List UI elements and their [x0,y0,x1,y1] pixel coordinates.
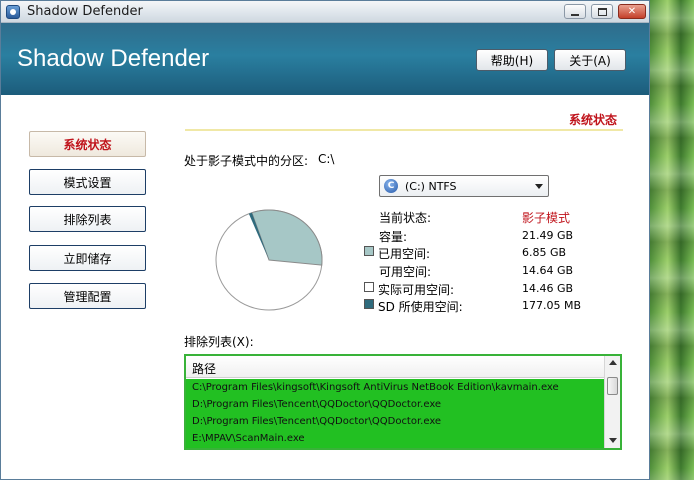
scroll-down-icon[interactable] [609,438,617,443]
used-legend-swatch [364,246,374,256]
about-button[interactable]: 关于(A) [554,49,626,71]
exclusion-list-body[interactable]: C:\Program Files\kingsoft\Kingsoft AntiV… [186,379,604,448]
used-value: 6.85 GB [522,246,567,259]
list-item[interactable]: D:\Program Files\Tencent\QQDoctor\QQDoct… [186,396,604,413]
chevron-down-icon [535,184,543,189]
sd-used-legend-swatch [364,299,374,309]
help-button[interactable]: 帮助(H) [476,49,548,71]
list-column-header[interactable]: 路径 [186,356,604,378]
scroll-thumb[interactable] [607,377,618,395]
list-item[interactable]: C:\Program Files\kingsoft\Kingsoft AntiV… [186,379,604,396]
title-bar[interactable]: Shadow Defender ✕ [1,1,649,23]
status-label: 当前状态: [379,211,432,225]
nav-exclusion-list[interactable]: 排除列表 [29,206,146,232]
app-icon [6,5,20,19]
drive-icon: C [384,179,398,193]
close-button[interactable]: ✕ [618,4,646,19]
free-value: 14.64 GB [522,264,574,277]
free-label: 可用空间: [379,265,432,279]
list-scrollbar[interactable] [604,356,620,448]
actual-free-legend-swatch [364,282,374,292]
sd-used-label: SD 所使用空间: [378,300,463,314]
header-banner: Shadow Defender 帮助(H) 关于(A) [1,23,649,95]
path-column-header: 路径 [192,362,217,376]
nav-system-status[interactable]: 系统状态 [29,131,146,157]
status-value: 影子模式 [522,211,571,225]
list-item[interactable]: E:\MPAV\ScanMain.exe [186,430,604,447]
actual-free-label: 实际可用空间: [378,283,455,297]
desktop-wallpaper [650,0,694,480]
actual-free-value: 14.46 GB [522,282,574,295]
heading-divider [185,129,623,131]
capacity-value: 21.49 GB [522,229,574,242]
banner-title: Shadow Defender [17,45,210,72]
exclusion-list[interactable]: 路径 C:\Program Files\kingsoft\Kingsoft An… [184,354,622,450]
window-title: Shadow Defender [27,4,143,19]
exclusion-list-label: 排除列表(X): [184,335,254,349]
capacity-label: 容量: [379,230,408,244]
partition-select[interactable]: C (C:) NTFS [379,175,549,197]
app-window: Shadow Defender ✕ Shadow Defender 帮助(H) … [0,0,650,480]
minimize-icon [571,13,579,16]
minimize-button[interactable] [564,4,586,19]
list-item[interactable]: D:\Program Files\Tencent\QQDoctor\QQDoct… [186,413,604,430]
partition-value: C:\ [318,152,335,166]
partition-label: 处于影子模式中的分区: [184,154,309,168]
close-icon: ✕ [627,5,637,17]
nav-manage-config[interactable]: 管理配置 [29,283,146,309]
nav-mode-settings[interactable]: 模式设置 [29,169,146,195]
used-label: 已用空间: [378,247,431,261]
nav-commit-now[interactable]: 立即储存 [29,245,146,271]
section-heading: 系统状态 [569,113,618,127]
scroll-up-icon[interactable] [609,360,617,365]
partition-select-value: (C:) NTFS [405,180,457,193]
sd-used-value: 177.05 MB [522,299,582,312]
disk-usage-pie-chart [215,209,323,311]
maximize-button[interactable] [591,4,613,19]
maximize-icon [597,7,607,16]
